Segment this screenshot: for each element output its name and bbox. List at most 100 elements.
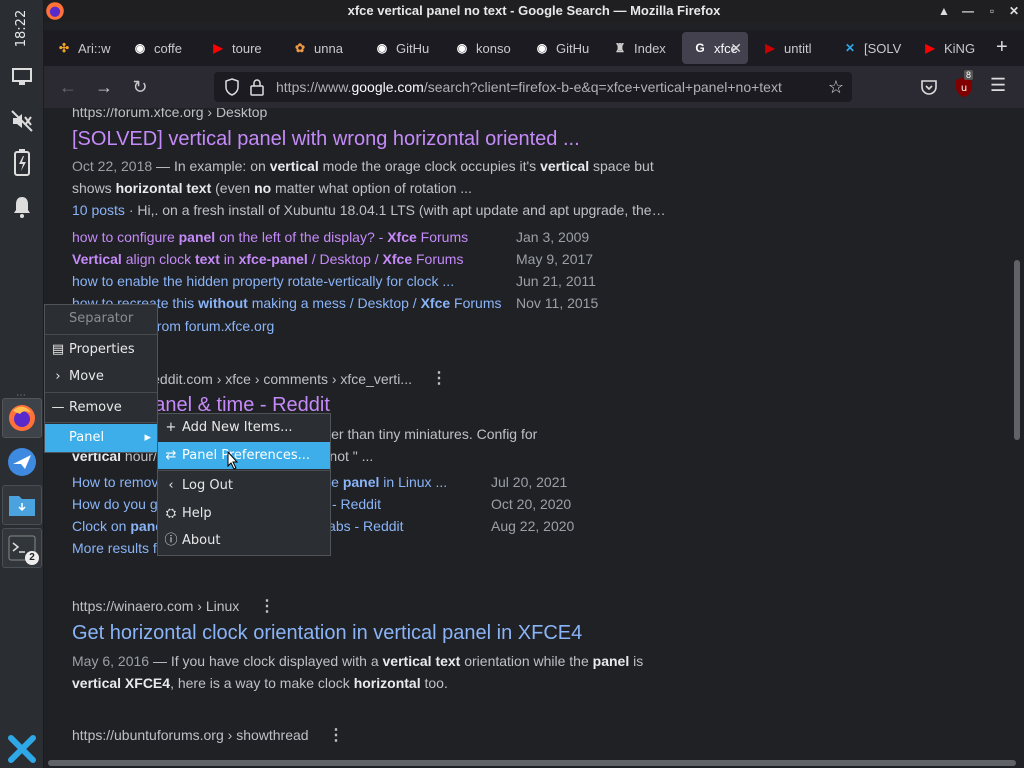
logout-icon: ‹: [168, 478, 174, 493]
panel-context-menu: Separator ▤ Properties › Move — Remove Panel ▸: [44, 304, 158, 453]
tab-close-button[interactable]: ✕: [730, 40, 742, 57]
result-cite: https://forum.xfce.org › Desktop: [72, 108, 268, 120]
result-title-link[interactable]: Get horizontal clock orientation in vert…: [72, 622, 582, 645]
remove-icon: —: [51, 399, 65, 415]
menu-item-label: Properties: [69, 341, 135, 357]
result-snippet: shows horizontal text (even no matter wh…: [72, 180, 472, 196]
menu-item-panel[interactable]: Panel ▸: [45, 424, 157, 452]
file-manager-icon[interactable]: [2, 485, 42, 525]
window-title: xfce vertical panel no text - Google Sea…: [347, 3, 721, 18]
tab-label: Ari::w: [78, 40, 111, 56]
tab[interactable]: ▶ toure: [200, 32, 278, 64]
menu-item-properties[interactable]: ▤ Properties: [45, 336, 157, 364]
hamburger-menu-icon[interactable]: ☰: [990, 75, 1006, 96]
window-maximize-button[interactable]: ▫: [984, 3, 1000, 19]
pocket-icon[interactable]: [920, 78, 938, 101]
tab-label: GitHu: [556, 40, 590, 56]
submenu-item-plus[interactable]: + Add New Items...: [158, 414, 330, 442]
back-button[interactable]: ←: [58, 77, 78, 97]
tab[interactable]: Gxfce ✕: [682, 32, 748, 64]
terminal-icon[interactable]: 2: [2, 528, 42, 568]
tracking-shield-icon[interactable]: [224, 78, 240, 99]
panel-clock[interactable]: 18:22: [4, 6, 40, 50]
new-tab-button[interactable]: +: [996, 36, 1008, 59]
result-cite: https://ubuntuforums.org › showthread: [72, 727, 309, 743]
result-menu-icon[interactable]: ⋮: [431, 368, 447, 388]
menu-item-move[interactable]: › Move: [45, 363, 157, 391]
bird-icon[interactable]: [2, 442, 42, 482]
xfce-icon: ✕: [844, 41, 856, 55]
submenu-item-about[interactable]: ⓘ About: [158, 527, 330, 555]
tab[interactable]: ✣ Ari::w: [46, 32, 118, 64]
window-minimize-button[interactable]: —: [960, 3, 976, 19]
help-icon: ⛭: [165, 505, 177, 521]
tab-label: konso: [476, 40, 511, 56]
lock-icon[interactable]: [250, 78, 264, 99]
result-menu-icon[interactable]: ⋮: [259, 596, 275, 616]
vertical-scrollbar[interactable]: [1014, 260, 1020, 440]
tab[interactable]: ✕ [SOLV: [832, 32, 908, 64]
window-close-button[interactable]: ✕: [1006, 3, 1022, 19]
result-menu-icon[interactable]: ⋮: [328, 725, 344, 745]
bell-icon[interactable]: [5, 190, 39, 224]
properties-icon: ▤: [51, 341, 65, 357]
index-icon: ♜: [614, 41, 626, 55]
github-icon: ◉: [376, 41, 388, 55]
reload-button[interactable]: ↻: [130, 77, 150, 97]
window-titlebar[interactable]: xfce vertical panel no text - Google Sea…: [44, 0, 1024, 22]
tab-label: GitHu: [396, 40, 430, 56]
monitor-icon[interactable]: [5, 60, 39, 94]
posts-link[interactable]: 10 posts: [72, 202, 125, 218]
tab[interactable]: ◉ GitHu: [364, 32, 440, 64]
menu-item-label: Add New Items...: [182, 420, 293, 435]
sitelink[interactable]: Vertical align clock text in xfce-panel …: [72, 251, 463, 267]
menu-item-label: Move: [69, 369, 104, 384]
menu-item-label: Log Out: [182, 478, 233, 493]
url-text: https://www.google.com/search?client=fir…: [276, 79, 782, 95]
preferences-icon: ⇄: [165, 447, 177, 463]
menu-item-remove[interactable]: — Remove: [45, 394, 157, 422]
xfce-menu-icon[interactable]: [5, 732, 39, 766]
result-title-link[interactable]: [SOLVED] vertical panel with wrong horiz…: [72, 128, 580, 151]
tab-label: coffe: [154, 40, 182, 56]
github-icon: ◉: [134, 41, 146, 55]
menu-item-label: Panel: [69, 430, 105, 445]
tab[interactable]: ▶ KiNG: [912, 32, 992, 64]
tab[interactable]: ◉ coffe: [122, 32, 196, 64]
clock-text: 18:22: [14, 9, 30, 47]
firefox-window-icon: [44, 0, 66, 29]
tab[interactable]: ▶ untitl: [752, 32, 828, 64]
tab-label: toure: [232, 40, 262, 56]
sitelink[interactable]: how to enable the hidden property rotate…: [72, 273, 454, 289]
youtube-icon: ▶: [765, 41, 775, 55]
sitelink-date: May 9, 2017: [516, 251, 594, 267]
window-shade-button[interactable]: ▲: [936, 3, 952, 19]
firefox-icon[interactable]: [2, 398, 42, 438]
result-snippet: vertical XFCE4, here is a way to make cl…: [72, 675, 448, 691]
submenu-item-logout[interactable]: ‹ Log Out: [158, 472, 330, 500]
horizontal-scrollbar[interactable]: [48, 760, 1016, 766]
sitelink[interactable]: how to configure panel on the left of th…: [72, 229, 468, 245]
submenu-item-preferences[interactable]: ⇄ Panel Preferences...: [158, 441, 330, 469]
youtube-icon: ▶: [213, 41, 223, 55]
bookmark-star-icon[interactable]: ☆: [828, 77, 844, 98]
result-cite: https://winaero.com › Linux: [72, 598, 240, 614]
menu-item-label: Panel Preferences...: [182, 447, 311, 463]
url-bar[interactable]: https://www.google.com/search?client=fir…: [214, 72, 852, 102]
submenu-arrow-icon: ▸: [144, 430, 151, 445]
battery-icon[interactable]: [5, 146, 39, 180]
forward-button[interactable]: →: [94, 77, 114, 97]
youtube-icon: ▶: [925, 41, 935, 55]
tab[interactable]: ✿ unna: [282, 32, 360, 64]
google-icon: G: [695, 41, 705, 55]
submenu-item-help[interactable]: ⛭ Help: [158, 500, 330, 528]
tab[interactable]: ♜ Index: [602, 32, 678, 64]
sitelink-date: Nov 11, 2015: [516, 295, 599, 311]
tab[interactable]: ◉ GitHu: [524, 32, 598, 64]
ublock-count-badge: 8: [964, 70, 974, 80]
ublock-icon[interactable]: u 8: [954, 70, 974, 103]
sitelink-date: Oct 20, 2020: [491, 496, 572, 512]
speaker-muted-icon[interactable]: [5, 104, 39, 138]
sitelink-date: Jul 20, 2021: [491, 474, 568, 490]
tab[interactable]: ◉ konso: [444, 32, 520, 64]
